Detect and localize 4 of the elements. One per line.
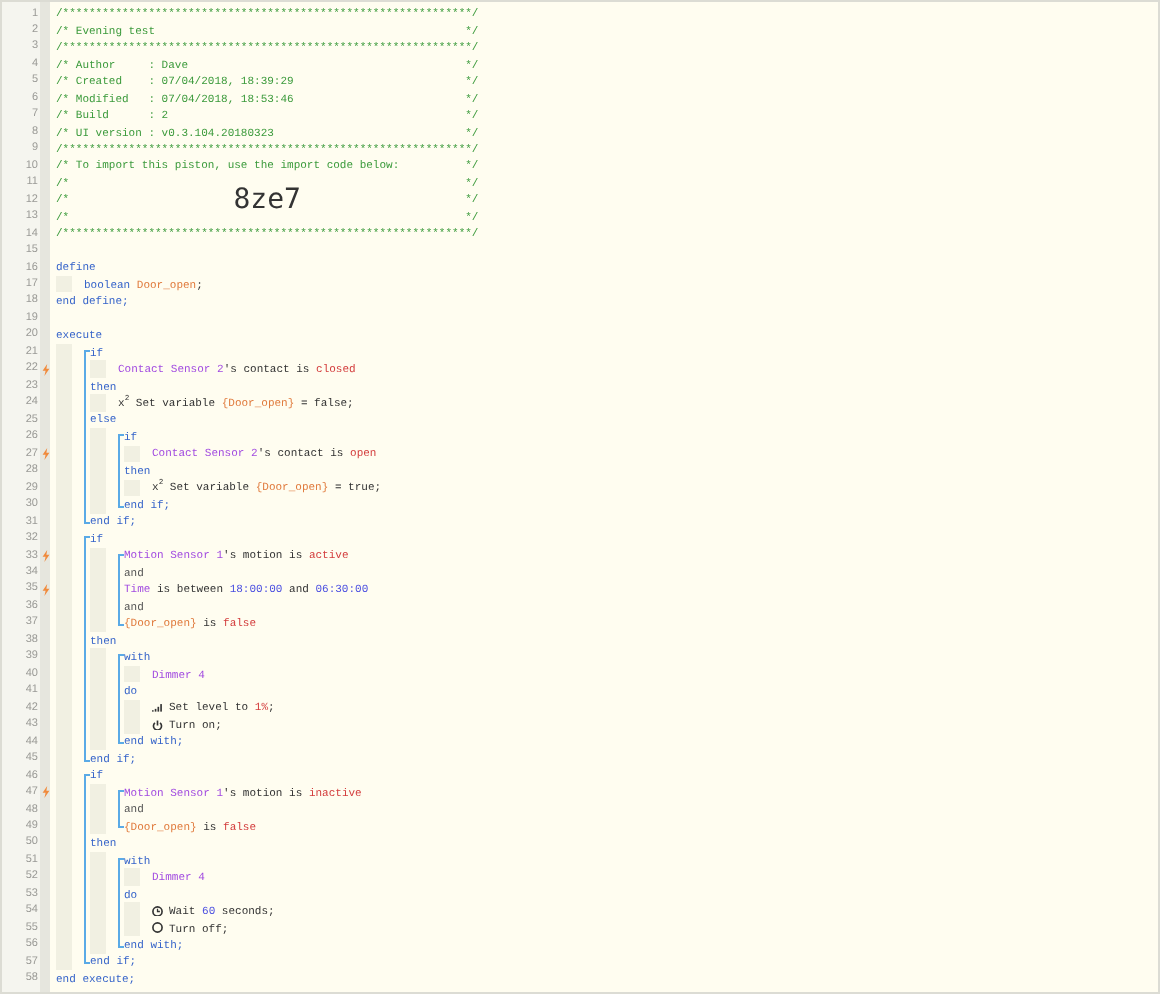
circle-icon — [152, 922, 163, 934]
signal-bars-icon — [152, 702, 163, 714]
power-icon — [152, 719, 163, 731]
clock-icon — [152, 905, 163, 917]
